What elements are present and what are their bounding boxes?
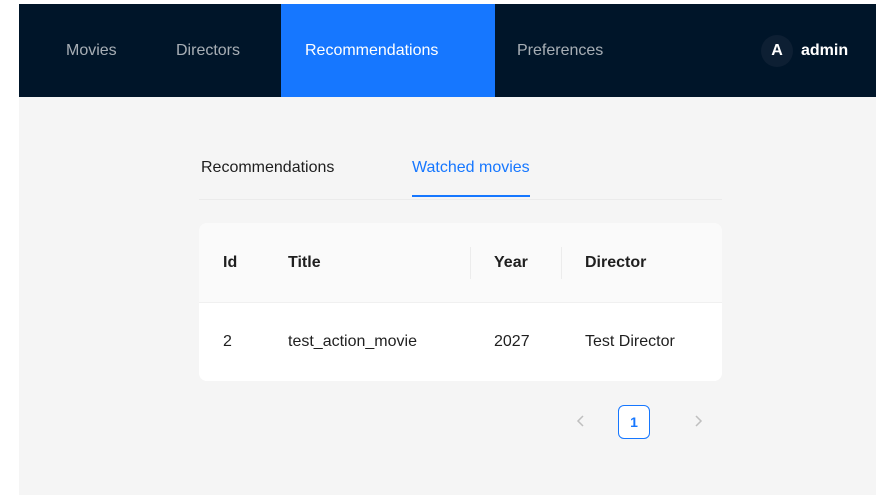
user-avatar[interactable]: A <box>761 35 793 67</box>
cell-director: Test Director <box>585 333 675 350</box>
pagination-page-1[interactable]: 1 <box>618 405 650 439</box>
nav-item-movies[interactable]: Movies <box>66 4 117 97</box>
pagination-prev-button[interactable] <box>565 405 597 437</box>
nav-item-directors[interactable]: Directors <box>176 4 240 97</box>
column-header-year: Year <box>494 254 528 271</box>
cell-id: 2 <box>223 333 232 350</box>
app-root: Movies Directors Recommendations Prefere… <box>19 4 876 495</box>
column-header-id: Id <box>223 254 238 271</box>
user-name[interactable]: admin <box>801 4 848 97</box>
column-header-director: Director <box>585 254 647 271</box>
chevron-left-icon <box>576 415 584 427</box>
pagination-next-button[interactable] <box>682 405 714 437</box>
column-divider <box>561 247 562 279</box>
table-row[interactable]: 2 test_action_movie 2027 Test Director <box>199 303 722 381</box>
column-header-title: Title <box>288 254 321 271</box>
tab-watched-movies[interactable]: Watched movies <box>412 144 530 197</box>
table-header: Id Title Year Director <box>199 223 722 303</box>
cell-title: test_action_movie <box>288 333 417 350</box>
cell-year: 2027 <box>494 333 530 350</box>
top-navigation-bar: Movies Directors Recommendations Prefere… <box>19 4 876 97</box>
content-tabs: Recommendations Watched movies <box>199 144 722 200</box>
chevron-right-icon <box>695 415 703 427</box>
column-divider <box>470 247 471 279</box>
watched-movies-table: Id Title Year Director 2 test_action_mov… <box>199 223 722 381</box>
tab-recommendations[interactable]: Recommendations <box>201 144 334 197</box>
nav-item-recommendations[interactable]: Recommendations <box>281 4 495 97</box>
nav-item-preferences[interactable]: Preferences <box>517 4 603 97</box>
